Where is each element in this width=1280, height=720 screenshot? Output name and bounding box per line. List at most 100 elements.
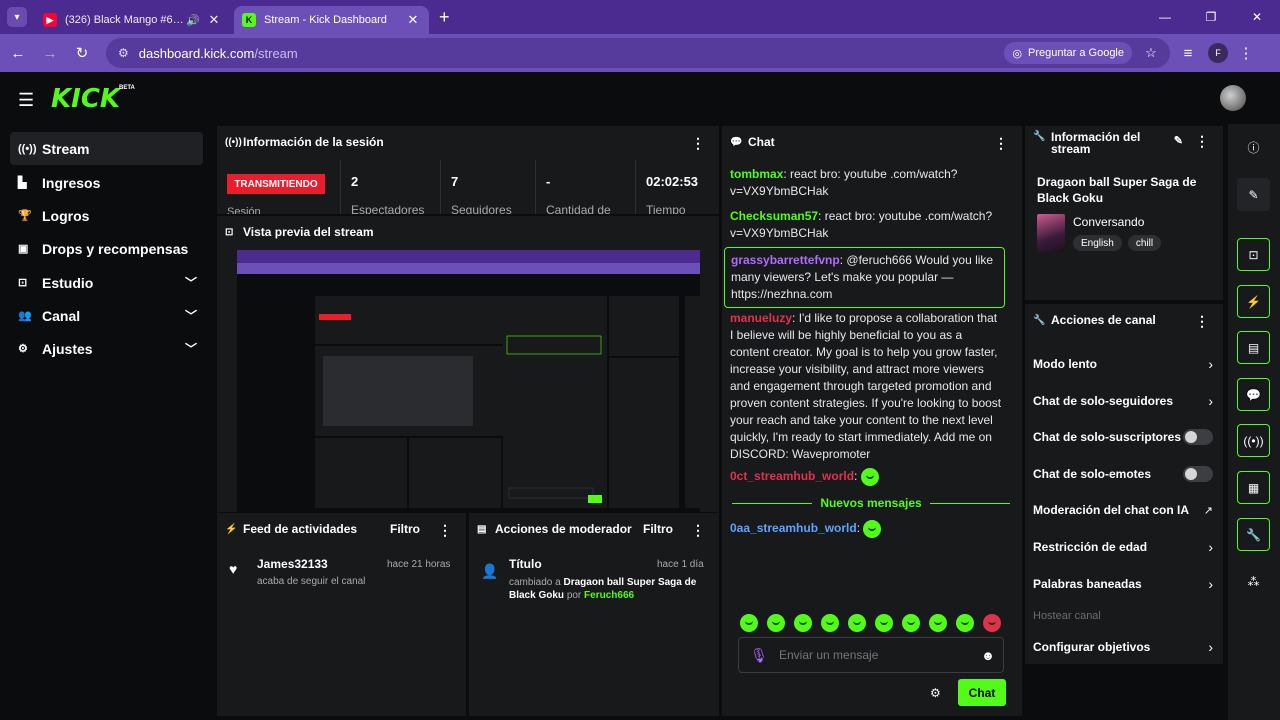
browser-tab-kick[interactable]: K Stream - Kick Dashboard ✕ [234,6,429,34]
minimize-icon[interactable]: — [1142,0,1188,34]
profile-avatar[interactable]: F [1208,43,1228,63]
stream-info-panel: 🔧 Información del stream ✎ ⋮ Dragaon bal… [1025,126,1223,300]
chat-username[interactable]: 0ct_streamhub_world [730,469,854,483]
toggle-switch[interactable] [1183,466,1213,482]
chat-input-box: 🎙 ☻ [738,637,1004,673]
emote-icon[interactable] [875,614,893,632]
document-icon[interactable]: ▤ [1237,331,1270,364]
more-options-icon[interactable]: ⋮ [1195,313,1209,330]
document-icon: ▤ [477,523,487,535]
more-options-icon[interactable]: ⋮ [691,135,705,152]
sidebar-item-stream[interactable]: ((•)) Stream [10,132,203,165]
action-age-restriction[interactable]: Restricción de edad [1033,537,1213,557]
reload-icon[interactable]: ↻ [68,39,96,67]
emote-icon[interactable] [902,614,920,632]
emote-icon[interactable] [956,614,974,632]
chat-username[interactable]: grassybarrettefvnp [731,253,840,267]
emote-icon[interactable] [929,614,947,632]
mod-desc-user[interactable]: Feruch666 [584,590,634,601]
chat-settings-icon[interactable]: ⚙ [930,686,941,700]
filter-button[interactable]: Filtro [390,522,420,536]
filter-button[interactable]: Filtro [643,522,673,536]
media-controls-icon[interactable]: ≡ [1174,39,1202,67]
forward-icon[interactable]: → [36,39,64,67]
stat-label: Tiempo [646,203,686,214]
chevron-right-icon[interactable]: › [1208,391,1213,411]
chat-username[interactable]: manueluzy [730,311,792,325]
restore-icon[interactable]: ❐ [1188,0,1234,34]
chevron-right-icon[interactable]: › [1208,354,1213,374]
back-icon[interactable]: ← [4,39,32,67]
hamburger-menu-icon[interactable]: ☰ [18,90,34,111]
subscribers-only-toggle[interactable] [1183,427,1213,447]
add-widget-icon[interactable]: ⁂ [1237,565,1270,598]
speaker-icon[interactable]: 🔊 [186,14,202,27]
user-avatar[interactable] [1220,85,1246,111]
tag-chip: chill [1127,235,1162,251]
chat-bubble-icon[interactable]: 💬 [1237,378,1270,411]
new-tab-icon[interactable]: + [439,7,450,28]
stream-preview-video[interactable] [237,250,700,512]
more-options-icon[interactable]: ⋮ [994,135,1008,152]
action-ai-moderation[interactable]: Moderación del chat con IA [1033,500,1213,520]
more-options-icon[interactable]: ⋮ [1195,134,1209,148]
tab-title: Stream - Kick Dashboard [264,14,387,26]
sidebar-item-drops[interactable]: ▣ Drops y recompensas [10,232,203,265]
action-label: Palabras baneadas [1033,577,1142,591]
close-tab-icon[interactable]: ✕ [405,12,421,28]
emotes-only-toggle[interactable] [1183,464,1213,484]
sidebar-item-ingresos[interactable]: ▙ Ingresos [10,166,203,199]
feed-username[interactable]: James32133 [257,557,328,571]
chat-username[interactable]: Checksuman57 [730,209,818,223]
toggle-switch[interactable] [1183,429,1213,445]
action-configure-goals[interactable]: Configurar objetivos [1033,637,1213,657]
site-info-icon[interactable]: ⚙ [118,46,129,60]
close-window-icon[interactable]: ✕ [1234,0,1280,34]
info-icon[interactable]: ⓘ [1237,131,1270,164]
stream-category[interactable]: Conversando [1073,215,1144,229]
chat-message-input[interactable] [779,648,973,662]
sidebar-item-canal[interactable]: 👥 Canal ﹀ [10,299,203,332]
lightning-icon[interactable]: ⚡ [1237,285,1270,318]
more-options-icon[interactable]: ⋮ [691,522,705,539]
ask-google-button[interactable]: ◎ Preguntar a Google [1004,42,1132,64]
emote-icon[interactable] [794,614,812,632]
preview-icon[interactable]: ⊡ [1237,238,1270,271]
emote-icon[interactable] [983,614,1001,632]
action-slow-mode[interactable]: Modo lento [1033,354,1213,374]
url-path: /stream [254,45,298,61]
browser-tab-youtube[interactable]: ▶ (326) Black Mango #60 - Ch 🔊 ✕ [35,6,230,34]
address-bar[interactable]: ⚙ dashboard.kick.com/stream ◎ Preguntar a… [106,38,1170,68]
emote-icon[interactable] [740,614,758,632]
sidebar-item-ajustes[interactable]: ⚙ Ajustes ﹀ [10,332,203,365]
bookmark-star-icon[interactable]: ☆ [1138,45,1164,61]
emote-icon[interactable] [848,614,866,632]
emote-icon[interactable] [767,614,785,632]
wrench-icon[interactable]: 🔧 [1237,518,1270,551]
new-messages-divider[interactable]: Nuevos mensajes [732,496,1010,510]
tab-search-button[interactable]: ▾ [7,7,27,27]
edit-pencil-icon[interactable]: ✎ [1174,135,1183,147]
edit-pencil-icon[interactable]: ✎ [1237,178,1270,211]
chat-username[interactable]: 0aa_streamhub_world [730,521,857,535]
video-camera-icon[interactable]: ▦ [1237,471,1270,504]
chevron-right-icon[interactable]: › [1208,574,1213,594]
external-link-icon[interactable]: ↗ [1204,500,1213,520]
close-tab-icon[interactable]: ✕ [206,12,222,28]
broadcast-icon[interactable]: ((•)) [1237,424,1270,457]
emoji-picker-icon[interactable]: ☻ [973,648,1003,663]
more-options-icon[interactable]: ⋮ [438,522,452,539]
chevron-right-icon[interactable]: › [1208,537,1213,557]
chat-username[interactable]: tombmax [730,167,783,181]
sidebar-item-estudio[interactable]: ⊡ Estudio ﹀ [10,266,203,299]
kick-logo[interactable]: KICK [51,84,120,114]
sidebar-item-logros[interactable]: 🏆 Logros [10,199,203,232]
emote-icon[interactable] [821,614,839,632]
microphone-icon[interactable]: 🎙 [739,647,779,664]
action-followers-only[interactable]: Chat de solo-seguidores [1033,391,1213,411]
chevron-right-icon[interactable]: › [1208,637,1213,657]
sidebar-item-label: Ingresos [42,174,101,191]
action-banned-words[interactable]: Palabras baneadas [1033,574,1213,594]
send-chat-button[interactable]: Chat [958,679,1006,706]
browser-menu-icon[interactable]: ⋮ [1232,39,1260,67]
